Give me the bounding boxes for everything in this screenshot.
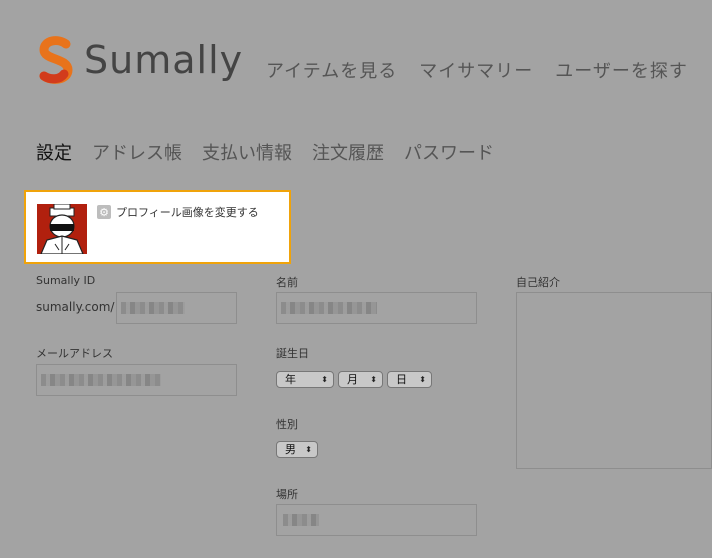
profile-image-panel: ⚙ プロフィール画像を変更する: [24, 190, 291, 264]
select-value: 月: [347, 373, 358, 386]
tab-settings[interactable]: 設定: [36, 139, 72, 165]
name-input[interactable]: [276, 292, 477, 324]
birthday-year-select[interactable]: 年 ⬍: [276, 371, 334, 388]
sumally-id-prefix: sumally.com/: [36, 300, 115, 314]
tab-password[interactable]: パスワード: [404, 139, 494, 165]
settings-tabs: 設定 アドレス帳 支払い情報 注文履歴 パスワード: [36, 139, 494, 165]
select-value: 年: [285, 373, 296, 386]
birthday-label: 誕生日: [276, 347, 309, 360]
gender-select[interactable]: 男 ⬍: [276, 441, 318, 458]
email-input[interactable]: [36, 364, 237, 396]
location-input[interactable]: [276, 504, 477, 536]
tab-payment-info[interactable]: 支払い情報: [202, 139, 292, 165]
sumally-logo[interactable]: Sumally: [36, 36, 243, 84]
gender-label: 性別: [276, 418, 298, 431]
redacted-value: [281, 302, 377, 314]
redacted-value: [121, 302, 185, 314]
name-label: 名前: [276, 276, 298, 289]
bio-label: 自己紹介: [516, 276, 560, 289]
redacted-value: [41, 374, 161, 386]
change-profile-image-label: プロフィール画像を変更する: [116, 206, 259, 219]
birthday-day-select[interactable]: 日 ⬍: [387, 371, 432, 388]
select-value: 男: [285, 443, 296, 456]
up-down-arrows-icon: ⬍: [321, 375, 328, 384]
bio-textarea[interactable]: [516, 292, 712, 469]
location-label: 場所: [276, 488, 298, 501]
nav-find-users[interactable]: ユーザーを探す: [555, 57, 688, 83]
main-nav: アイテムを見る マイサマリー ユーザーを探す: [266, 57, 688, 83]
tab-address-book[interactable]: アドレス帳: [92, 139, 182, 165]
nav-my-summary[interactable]: マイサマリー: [419, 57, 533, 83]
sumally-s-logo-icon: [39, 36, 73, 84]
change-profile-image-button[interactable]: ⚙ プロフィール画像を変更する: [97, 204, 259, 220]
email-label: メールアドレス: [36, 347, 113, 360]
avatar: [37, 204, 87, 254]
select-value: 日: [396, 373, 407, 386]
redacted-value: [283, 514, 319, 526]
sumally-id-input[interactable]: [116, 292, 237, 324]
gear-icon: ⚙: [97, 205, 111, 219]
birthday-month-select[interactable]: 月 ⬍: [338, 371, 383, 388]
sumally-id-label: Sumally ID: [36, 274, 96, 287]
tab-order-history[interactable]: 注文履歴: [312, 139, 384, 165]
nav-browse-items[interactable]: アイテムを見る: [266, 57, 397, 83]
brand-name: Sumally: [84, 38, 244, 82]
up-down-arrows-icon: ⬍: [305, 445, 312, 454]
up-down-arrows-icon: ⬍: [419, 375, 426, 384]
up-down-arrows-icon: ⬍: [370, 375, 377, 384]
